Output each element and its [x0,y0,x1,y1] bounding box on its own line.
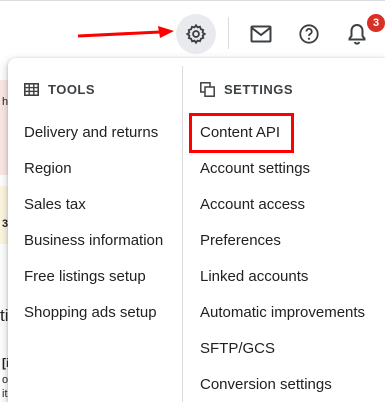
help-button[interactable] [289,14,329,54]
menu-item-sales-tax[interactable]: Sales tax [24,196,86,213]
top-app-bar: 3 [0,0,385,66]
menu-item-free-listings-setup[interactable]: Free listings setup [24,268,146,285]
menu-item-region[interactable]: Region [24,160,72,177]
settings-heading: SETTINGS [200,82,293,97]
menu-item-delivery-and-returns[interactable]: Delivery and returns [24,124,158,141]
menu-item-account-access[interactable]: Account access [200,196,305,213]
tools-icon [24,83,39,96]
menu-item-business-information[interactable]: Business information [24,232,163,249]
help-icon [299,24,319,44]
tools-heading: TOOLS [24,82,95,97]
menu-item-account-settings[interactable]: Account settings [200,160,310,177]
messages-button[interactable] [241,14,281,54]
mail-icon [250,25,272,43]
notification-badge: 3 [367,14,385,32]
settings-button[interactable] [176,14,216,54]
bell-icon [348,23,366,45]
red-arrow-annotation [77,26,174,38]
menu-item-automatic-improvements[interactable]: Automatic improvements [200,304,365,321]
content-api-highlight-box [189,113,294,153]
tools-heading-label: TOOLS [48,82,96,97]
menu-item-conversion-settings[interactable]: Conversion settings [200,376,332,393]
menu-item-shopping-ads-setup[interactable]: Shopping ads setup [24,304,157,321]
top-border [0,0,385,1]
menu-item-linked-accounts[interactable]: Linked accounts [200,268,308,285]
settings-dropdown-menu: TOOLS Delivery and returns Region Sales … [8,58,385,402]
toolbar-divider [228,17,229,49]
gear-icon [185,23,207,45]
menu-column-divider [182,66,183,402]
menu-item-preferences[interactable]: Preferences [200,232,281,249]
background-text: it [2,388,8,400]
menu-item-sftp-gcs[interactable]: SFTP/GCS [200,340,275,357]
settings-heading-label: SETTINGS [224,82,294,97]
settings-copy-icon [200,82,215,97]
